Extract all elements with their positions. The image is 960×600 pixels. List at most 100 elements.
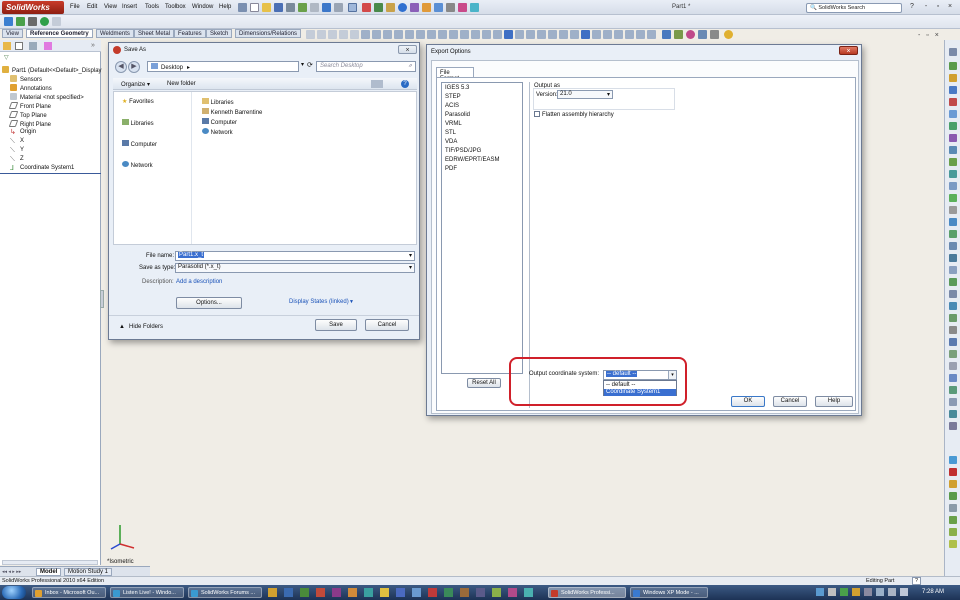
file-props-icon[interactable]: [386, 3, 395, 12]
refresh-icon[interactable]: ⟳: [307, 61, 313, 69]
tree-item-y[interactable]: ⟍ Y: [10, 147, 24, 154]
sphere-icon[interactable]: [398, 3, 407, 12]
help-icon[interactable]: ?: [906, 3, 918, 12]
menu-window[interactable]: Window: [192, 4, 213, 10]
panel-splitter[interactable]: [100, 290, 104, 308]
task-pane-38-icon[interactable]: [949, 516, 957, 524]
file-name-input[interactable]: Part1.x_t ▾: [175, 251, 415, 261]
solidworks-search-input[interactable]: 🔍 SolidWorks Search: [806, 3, 902, 13]
view-cube-17-icon[interactable]: [603, 30, 612, 39]
task-pane-39-icon[interactable]: [949, 528, 957, 536]
file-item[interactable]: Network: [202, 128, 233, 136]
task-pane-9-icon[interactable]: [949, 146, 957, 154]
task-pane-14-icon[interactable]: [949, 206, 957, 214]
tab-sketch[interactable]: Sketch: [206, 29, 233, 38]
reset-all-button[interactable]: Reset All: [467, 378, 501, 388]
macro-icon[interactable]: [422, 3, 431, 12]
options-icon[interactable]: [310, 3, 319, 12]
task-pane-27-icon[interactable]: [949, 362, 957, 370]
format-pdf[interactable]: PDF: [445, 166, 457, 172]
format-tif-psd-jpg[interactable]: TIF/PSD/JPG: [445, 148, 481, 154]
powerpoint-icon[interactable]: [316, 588, 325, 597]
view-cube-1-icon[interactable]: [416, 30, 425, 39]
nav-libraries[interactable]: Libraries: [122, 119, 154, 127]
tree-item-material[interactable]: Material <not specified>: [10, 93, 84, 101]
task-pane-12-icon[interactable]: [949, 182, 957, 190]
tree-scrollbar[interactable]: [2, 560, 98, 565]
collapse-icon[interactable]: ▲: [119, 324, 125, 330]
realview-icon[interactable]: [724, 30, 733, 39]
format-parasolid[interactable]: Parasolid: [445, 112, 470, 118]
doc-close-icon[interactable]: ×: [935, 32, 939, 39]
taskbar-item-solidworks[interactable]: SolidWorks Professi...: [548, 587, 626, 598]
app10-icon[interactable]: [476, 588, 485, 597]
open-icon[interactable]: [262, 3, 271, 12]
menu-edit[interactable]: Edit: [87, 4, 97, 10]
menu-file[interactable]: File: [70, 4, 80, 10]
task-pane-10-icon[interactable]: [949, 158, 957, 166]
task-pane-16-icon[interactable]: [949, 230, 957, 238]
format-edrw[interactable]: EDRW/EPRT/EASM: [445, 157, 499, 163]
tab-features[interactable]: Features: [174, 29, 206, 38]
new-icon[interactable]: [250, 3, 259, 12]
file-item[interactable]: Computer: [202, 118, 237, 126]
menu-view[interactable]: View: [104, 4, 117, 10]
scene-icon[interactable]: [394, 30, 403, 39]
section-view-icon[interactable]: [339, 30, 348, 39]
redo-icon[interactable]: [334, 3, 343, 12]
add-description-link[interactable]: Add a description: [176, 279, 222, 285]
feature-manager-tab-icon[interactable]: [3, 42, 11, 50]
app6-icon[interactable]: [412, 588, 421, 597]
minimize-button[interactable]: -: [920, 3, 932, 12]
tab-view[interactable]: View: [2, 29, 23, 38]
taskbar-item-xp-mode[interactable]: Windows XP Mode - ...: [630, 587, 708, 598]
tree-item-annotations[interactable]: Annotations: [10, 84, 52, 92]
view-cube-2-icon[interactable]: [427, 30, 436, 39]
task-pane-24-icon[interactable]: [949, 326, 957, 334]
menu-help[interactable]: Help: [219, 4, 231, 10]
select-icon[interactable]: [348, 3, 357, 12]
view-cube-20-icon[interactable]: [636, 30, 645, 39]
forward-icon[interactable]: ▶: [128, 61, 140, 73]
app8-icon[interactable]: [444, 588, 453, 597]
view-settings-icon[interactable]: [405, 30, 414, 39]
task-pane-2-icon[interactable]: [949, 62, 957, 70]
organize-menu[interactable]: Organize ▾: [121, 81, 150, 88]
save-as-type-select[interactable]: Parasolid (*.x_t) ▾: [175, 263, 415, 273]
zoom-area-icon[interactable]: [317, 30, 326, 39]
version-select[interactable]: 21.0 ▾: [557, 90, 613, 99]
task-pane-37-icon[interactable]: [949, 504, 957, 512]
close-icon[interactable]: ×: [839, 46, 858, 55]
tree-item-coordinate-system[interactable]: ⅃ Coordinate System1: [10, 165, 74, 172]
save-button[interactable]: Save: [315, 319, 357, 331]
word-icon[interactable]: [284, 588, 293, 597]
tray-icon-6[interactable]: [876, 588, 884, 596]
task-pane-3-icon[interactable]: [949, 74, 957, 82]
app13-icon[interactable]: [524, 588, 533, 597]
address-bar[interactable]: Desktop ▸: [147, 61, 299, 72]
view-cube-3-icon[interactable]: [438, 30, 447, 39]
taskbar-item-solidworks-forums[interactable]: SolidWorks Forums ...: [188, 587, 262, 598]
search-desktop-input[interactable]: Search Desktop ⌕: [316, 61, 416, 72]
previous-view-icon[interactable]: [328, 30, 337, 39]
pin-icon[interactable]: [238, 3, 247, 12]
app1-icon[interactable]: [332, 588, 341, 597]
task-pane-8-icon[interactable]: [949, 134, 957, 142]
task-pane-15-icon[interactable]: [949, 218, 957, 226]
tab-motion-study[interactable]: Motion Study 1: [64, 568, 113, 576]
tab-weldments[interactable]: Weldments: [96, 29, 134, 38]
rebuild2-icon[interactable]: [374, 3, 383, 12]
display-states-link[interactable]: Display States (linked): [289, 299, 349, 305]
sigma-icon[interactable]: [446, 3, 455, 12]
measure-icon[interactable]: [434, 3, 443, 12]
task-pane-18-icon[interactable]: [949, 254, 957, 262]
volume-icon[interactable]: [900, 588, 908, 596]
tab-dimensions-relations[interactable]: Dimensions/Relations: [235, 29, 302, 38]
view-cube-14-icon[interactable]: [570, 30, 579, 39]
task-pane-34-icon[interactable]: [949, 468, 957, 476]
tree-item-top-plane[interactable]: Top Plane: [8, 111, 47, 119]
undo-icon[interactable]: [322, 3, 331, 12]
file-item[interactable]: Kenneth Barrentine: [202, 108, 262, 116]
view-cube-16-icon[interactable]: [592, 30, 601, 39]
flatten-checkbox-row[interactable]: Flatten assembly hierarchy: [534, 111, 614, 118]
